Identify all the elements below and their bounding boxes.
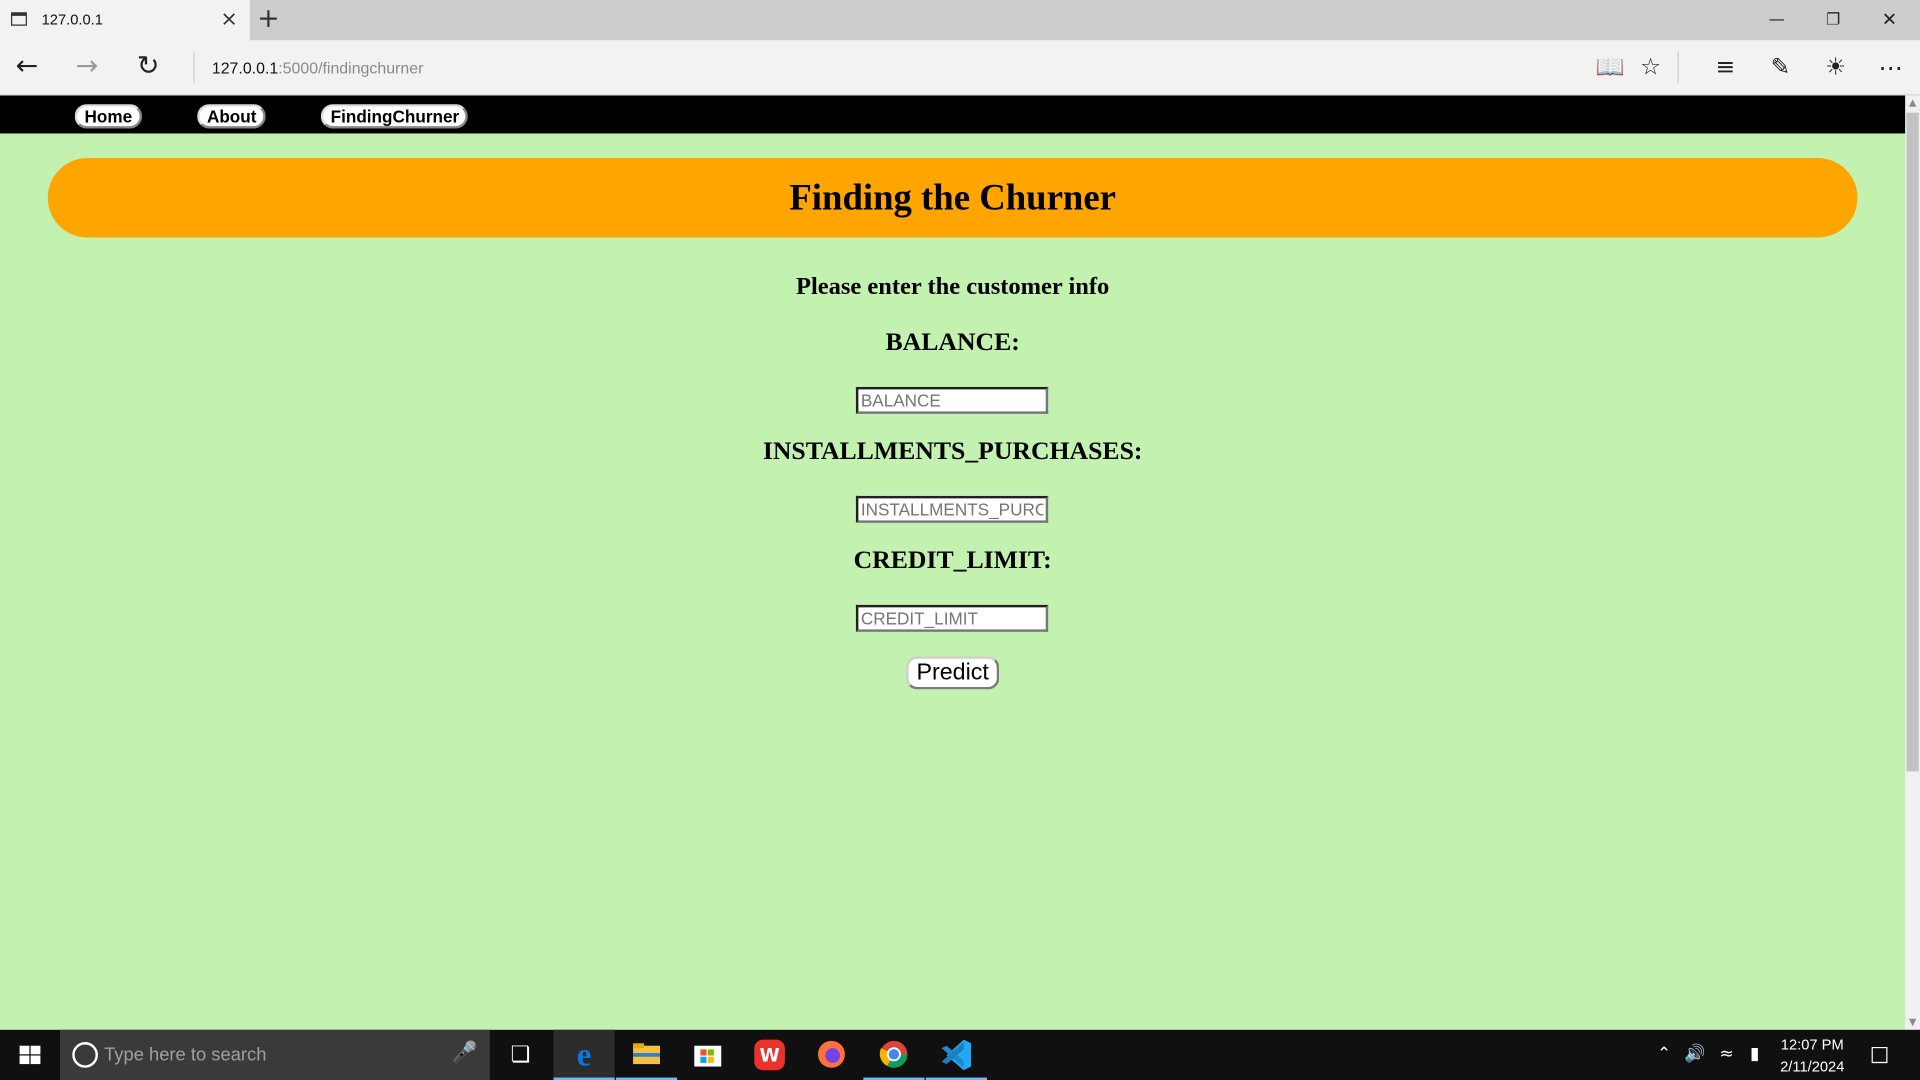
clock-time: 12:07 PM (1780, 1035, 1844, 1054)
nav-home-button[interactable]: Home (74, 104, 143, 129)
browser-toolbar: ← → ↻ 127.0.0.1:5000/findingchurner 📖 ☆ … (0, 40, 1920, 96)
vertical-scrollbar[interactable]: ▲ ▼ (1905, 95, 1920, 1030)
balance-label: BALANCE: (885, 326, 1020, 357)
wps-office-icon[interactable]: W (740, 1030, 801, 1080)
reading-view-icon[interactable]: 📖 (1591, 48, 1630, 87)
share-icon[interactable]: ☀ (1816, 48, 1855, 87)
scroll-thumb[interactable] (1906, 112, 1919, 772)
close-tab-icon[interactable]: × (220, 7, 237, 31)
start-button[interactable] (0, 1030, 59, 1080)
network-icon[interactable]: ≈ (1713, 1030, 1740, 1080)
battery-icon[interactable]: ▮ (1742, 1030, 1766, 1080)
taskbar-clock[interactable]: 12:07 PM 2/11/2024 (1772, 1033, 1853, 1077)
form-prompt: Please enter the customer info (796, 273, 1110, 301)
scroll-down-icon[interactable]: ▼ (1905, 1015, 1920, 1030)
taskbar: Type here to search 🎤 ❏ e W ⌃ 🔊 ≈ ▮ 12:0… (0, 1029, 1920, 1080)
refresh-icon[interactable]: ↻ (129, 48, 168, 87)
close-window-button[interactable]: ✕ (1861, 0, 1917, 40)
toolbar-divider (1677, 51, 1679, 84)
new-tab-icon[interactable]: + (257, 4, 280, 35)
chrome-icon[interactable] (863, 1030, 925, 1080)
forward-icon[interactable]: → (67, 48, 106, 87)
balance-input[interactable] (855, 386, 1049, 414)
address-divider (193, 51, 195, 84)
favorite-star-icon[interactable]: ☆ (1631, 48, 1670, 87)
svg-text:W: W (759, 1046, 779, 1067)
hub-icon[interactable]: ≡ (1706, 48, 1745, 87)
browser-tab-strip: 127.0.0.1 × + — ❐ ✕ (0, 0, 1920, 41)
search-placeholder: Type here to search (104, 1044, 267, 1066)
notification-icon[interactable]: □ (1864, 1030, 1896, 1080)
taskbar-search[interactable]: Type here to search 🎤 (60, 1029, 490, 1080)
restore-button[interactable]: ❐ (1805, 0, 1861, 40)
volume-icon[interactable]: 🔊 (1681, 1030, 1708, 1080)
page-title: Finding the Churner (789, 177, 1116, 218)
credit-limit-label: CREDIT_LIMIT: (853, 544, 1052, 575)
installments-purchases-label: INSTALLMENTS_PURCHASES: (762, 435, 1143, 466)
vscode-icon[interactable] (925, 1030, 987, 1080)
task-view-icon[interactable]: ❏ (490, 1030, 551, 1080)
web-page: Home About FindingChurner Finding the Ch… (0, 95, 1906, 1030)
web-note-icon[interactable]: ✎ (1761, 48, 1800, 87)
show-hidden-icons-icon[interactable]: ⌃ (1652, 1030, 1676, 1080)
site-navbar: Home About FindingChurner (0, 95, 1906, 134)
nav-about-button[interactable]: About (197, 104, 266, 129)
title-banner: Finding the Churner (47, 157, 1858, 238)
file-explorer-icon[interactable] (615, 1030, 678, 1080)
firefox-icon[interactable] (801, 1030, 862, 1080)
windows-logo-icon (19, 1045, 41, 1066)
more-icon[interactable]: ⋯ (1871, 48, 1910, 87)
back-icon[interactable]: ← (7, 48, 46, 87)
credit-limit-input[interactable] (855, 604, 1049, 632)
nav-findingchurner-button[interactable]: FindingChurner (320, 104, 468, 129)
microphone-icon[interactable]: 🎤 (452, 1041, 478, 1065)
browser-tab[interactable]: 127.0.0.1 × (0, 0, 250, 41)
predict-button[interactable]: Predict (906, 656, 1000, 690)
address-host: 127.0.0.1 (211, 58, 279, 78)
installments-purchases-input[interactable] (855, 495, 1049, 523)
minimize-button[interactable]: — (1749, 0, 1805, 40)
tab-title: 127.0.0.1 (41, 11, 103, 29)
clock-date: 2/11/2024 (1780, 1057, 1845, 1076)
scroll-up-icon[interactable]: ▲ (1905, 96, 1920, 111)
address-bar[interactable]: 127.0.0.1:5000/findingchurner (212, 59, 424, 77)
edge-icon[interactable]: e (553, 1029, 615, 1080)
address-path: :5000/findingchurner (278, 58, 424, 78)
page-icon (11, 12, 27, 26)
cortana-icon (72, 1042, 98, 1068)
store-icon[interactable] (677, 1030, 738, 1080)
